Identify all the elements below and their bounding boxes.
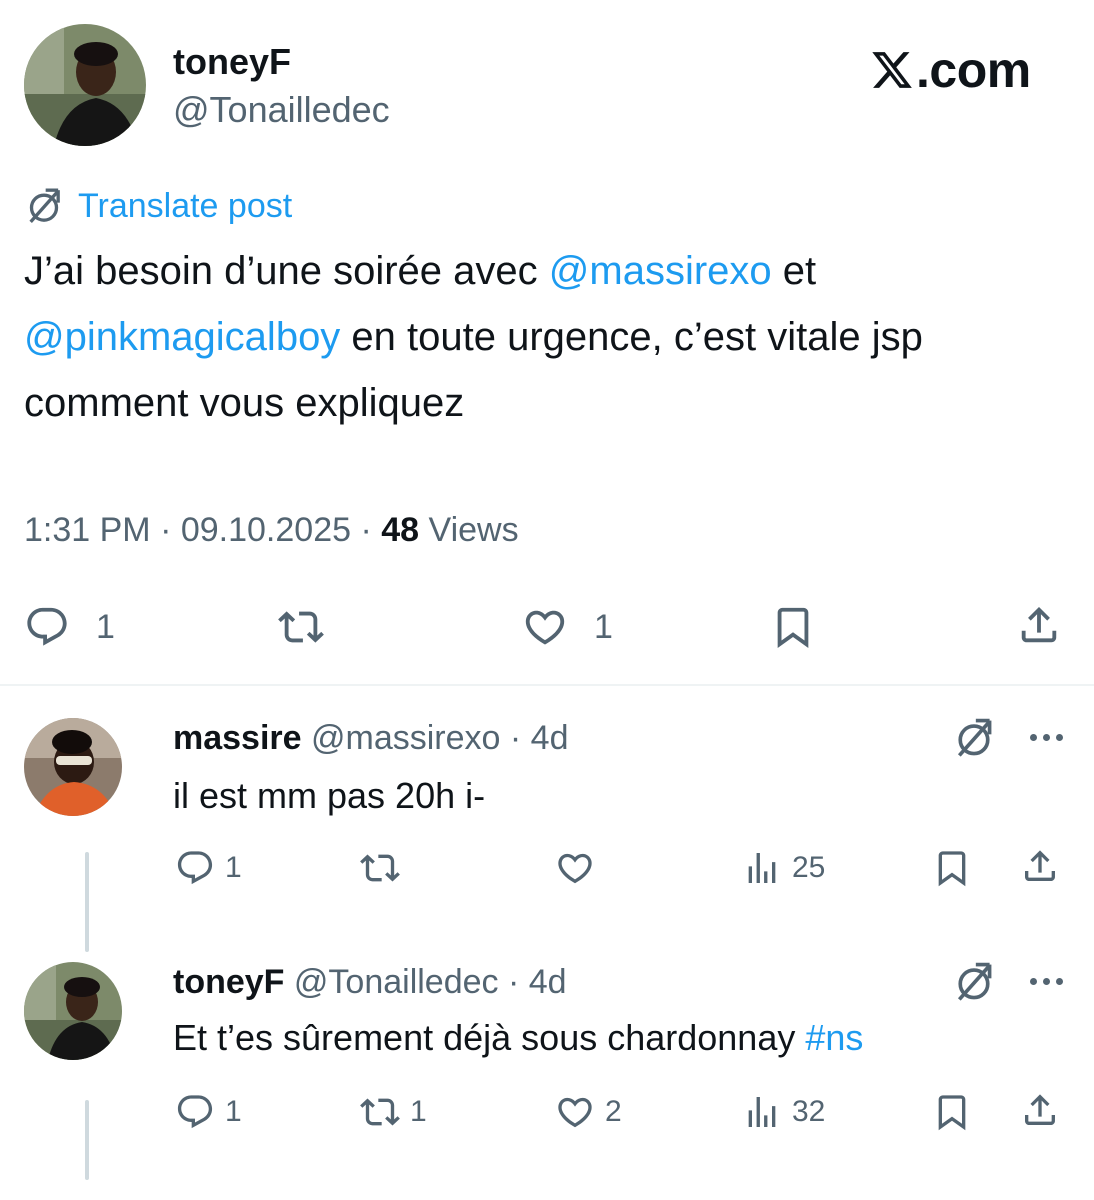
like-button[interactable]: 1 (522, 604, 613, 650)
thread-line (85, 1100, 89, 1180)
mention-link-pinkmagicalboy[interactable]: @pinkmagicalboy (24, 315, 340, 359)
author-handle[interactable]: @Tonailledec (173, 88, 390, 132)
views-label: Views (428, 511, 519, 549)
repost-count: 1 (410, 1095, 427, 1128)
reply-age[interactable]: 4d (529, 963, 567, 1001)
translate-post-link[interactable]: Translate post (24, 184, 292, 228)
reply-header: massire @massirexo · 4d (173, 719, 569, 757)
post-text-part1: J’ai besoin d’une soirée avec (24, 249, 549, 293)
reply-avatar[interactable] (24, 718, 122, 816)
bookmark-icon (932, 848, 972, 888)
views-count: 25 (792, 851, 826, 884)
views-icon (742, 848, 782, 888)
reply-text: il est mm pas 20h i- (173, 775, 486, 816)
bookmark-button[interactable] (932, 848, 972, 888)
more-icon-dot (1056, 734, 1063, 741)
post-meta: 1:31 PM · 09.10.2025 · 48 Views (24, 511, 519, 549)
share-button[interactable] (1020, 1090, 1060, 1130)
like-icon (555, 848, 595, 888)
reply-author-name[interactable]: massire (173, 719, 302, 757)
share-button[interactable] (1020, 846, 1060, 886)
reply-age[interactable]: 4d (531, 719, 569, 757)
translate-icon (952, 960, 996, 1004)
mention-link-massirexo[interactable]: @massirexo (549, 249, 772, 293)
post-text: J’ai besoin d’une soirée avec @massirexo… (24, 238, 1074, 436)
reply-button[interactable]: 1 (24, 604, 115, 650)
hashtag-link[interactable]: #ns (805, 1017, 863, 1058)
reply-text: Et t’es sûrement déjà sous chardonnay #n… (173, 1014, 863, 1062)
translate-icon (952, 716, 996, 760)
translate-label: Translate post (78, 187, 293, 225)
reply-button[interactable]: 1 (175, 848, 242, 888)
repost-button[interactable] (278, 604, 324, 650)
views-count: 48 (381, 511, 420, 549)
more-icon-dot (1030, 734, 1037, 741)
x-logo-icon (872, 52, 912, 88)
author-name[interactable]: toneyF (173, 40, 291, 84)
repost-button[interactable] (360, 848, 400, 888)
bookmark-icon (770, 604, 816, 650)
more-icon-dot (1030, 978, 1037, 985)
like-count: 1 (594, 607, 613, 646)
reply-icon (175, 848, 215, 888)
like-icon (522, 604, 568, 650)
translate-icon (24, 186, 64, 226)
reply-author-handle[interactable]: @massirexo (311, 719, 500, 757)
reply-icon (24, 604, 70, 650)
views-button[interactable]: 25 (742, 848, 825, 888)
reply-author-handle[interactable]: @Tonailledec (294, 963, 499, 1001)
reply-translate-button[interactable] (952, 716, 996, 765)
more-icon-dot (1043, 978, 1050, 985)
like-icon (555, 1092, 595, 1132)
reply-avatar[interactable] (24, 962, 122, 1060)
repost-icon (360, 1092, 400, 1132)
reply-count: 1 (225, 851, 242, 884)
reply-count: 1 (96, 607, 115, 646)
post-time[interactable]: 1:31 PM (24, 511, 151, 549)
like-button[interactable]: 2 (555, 1092, 622, 1132)
post-text-part2: et (771, 249, 817, 293)
like-count: 2 (605, 1095, 622, 1128)
more-icon-dot (1056, 978, 1063, 985)
share-icon (1020, 846, 1060, 886)
post-date[interactable]: 09.10.2025 (181, 511, 351, 549)
reply-header: toneyF @Tonailledec · 4d (173, 963, 567, 1001)
like-button[interactable] (555, 848, 595, 888)
views-icon (742, 1092, 782, 1132)
reply-count: 1 (225, 1095, 242, 1128)
thread-line (85, 852, 89, 952)
more-button[interactable] (1030, 734, 1063, 741)
reply-author-name[interactable]: toneyF (173, 963, 284, 1001)
bookmark-button[interactable] (932, 1092, 972, 1132)
reply-text-body: Et t’es sûrement déjà sous chardonnay (173, 1017, 806, 1058)
reply-button[interactable]: 1 (175, 1092, 242, 1132)
divider (0, 684, 1094, 686)
repost-icon (278, 604, 324, 650)
reply-icon (175, 1092, 215, 1132)
more-button[interactable] (1030, 978, 1063, 985)
brand-text: .com (916, 42, 1031, 98)
views-button[interactable]: 32 (742, 1092, 825, 1132)
views-count: 32 (792, 1095, 826, 1128)
share-button[interactable] (1016, 602, 1062, 648)
brand-logo: .com (870, 40, 1031, 100)
more-icon-dot (1043, 734, 1050, 741)
share-icon (1016, 602, 1062, 648)
repost-icon (360, 848, 400, 888)
repost-button[interactable]: 1 (360, 1092, 427, 1132)
share-icon (1020, 1090, 1060, 1130)
avatar[interactable] (24, 24, 146, 146)
bookmark-button[interactable] (770, 604, 816, 650)
bookmark-icon (932, 1092, 972, 1132)
reply-translate-button[interactable] (952, 960, 996, 1009)
